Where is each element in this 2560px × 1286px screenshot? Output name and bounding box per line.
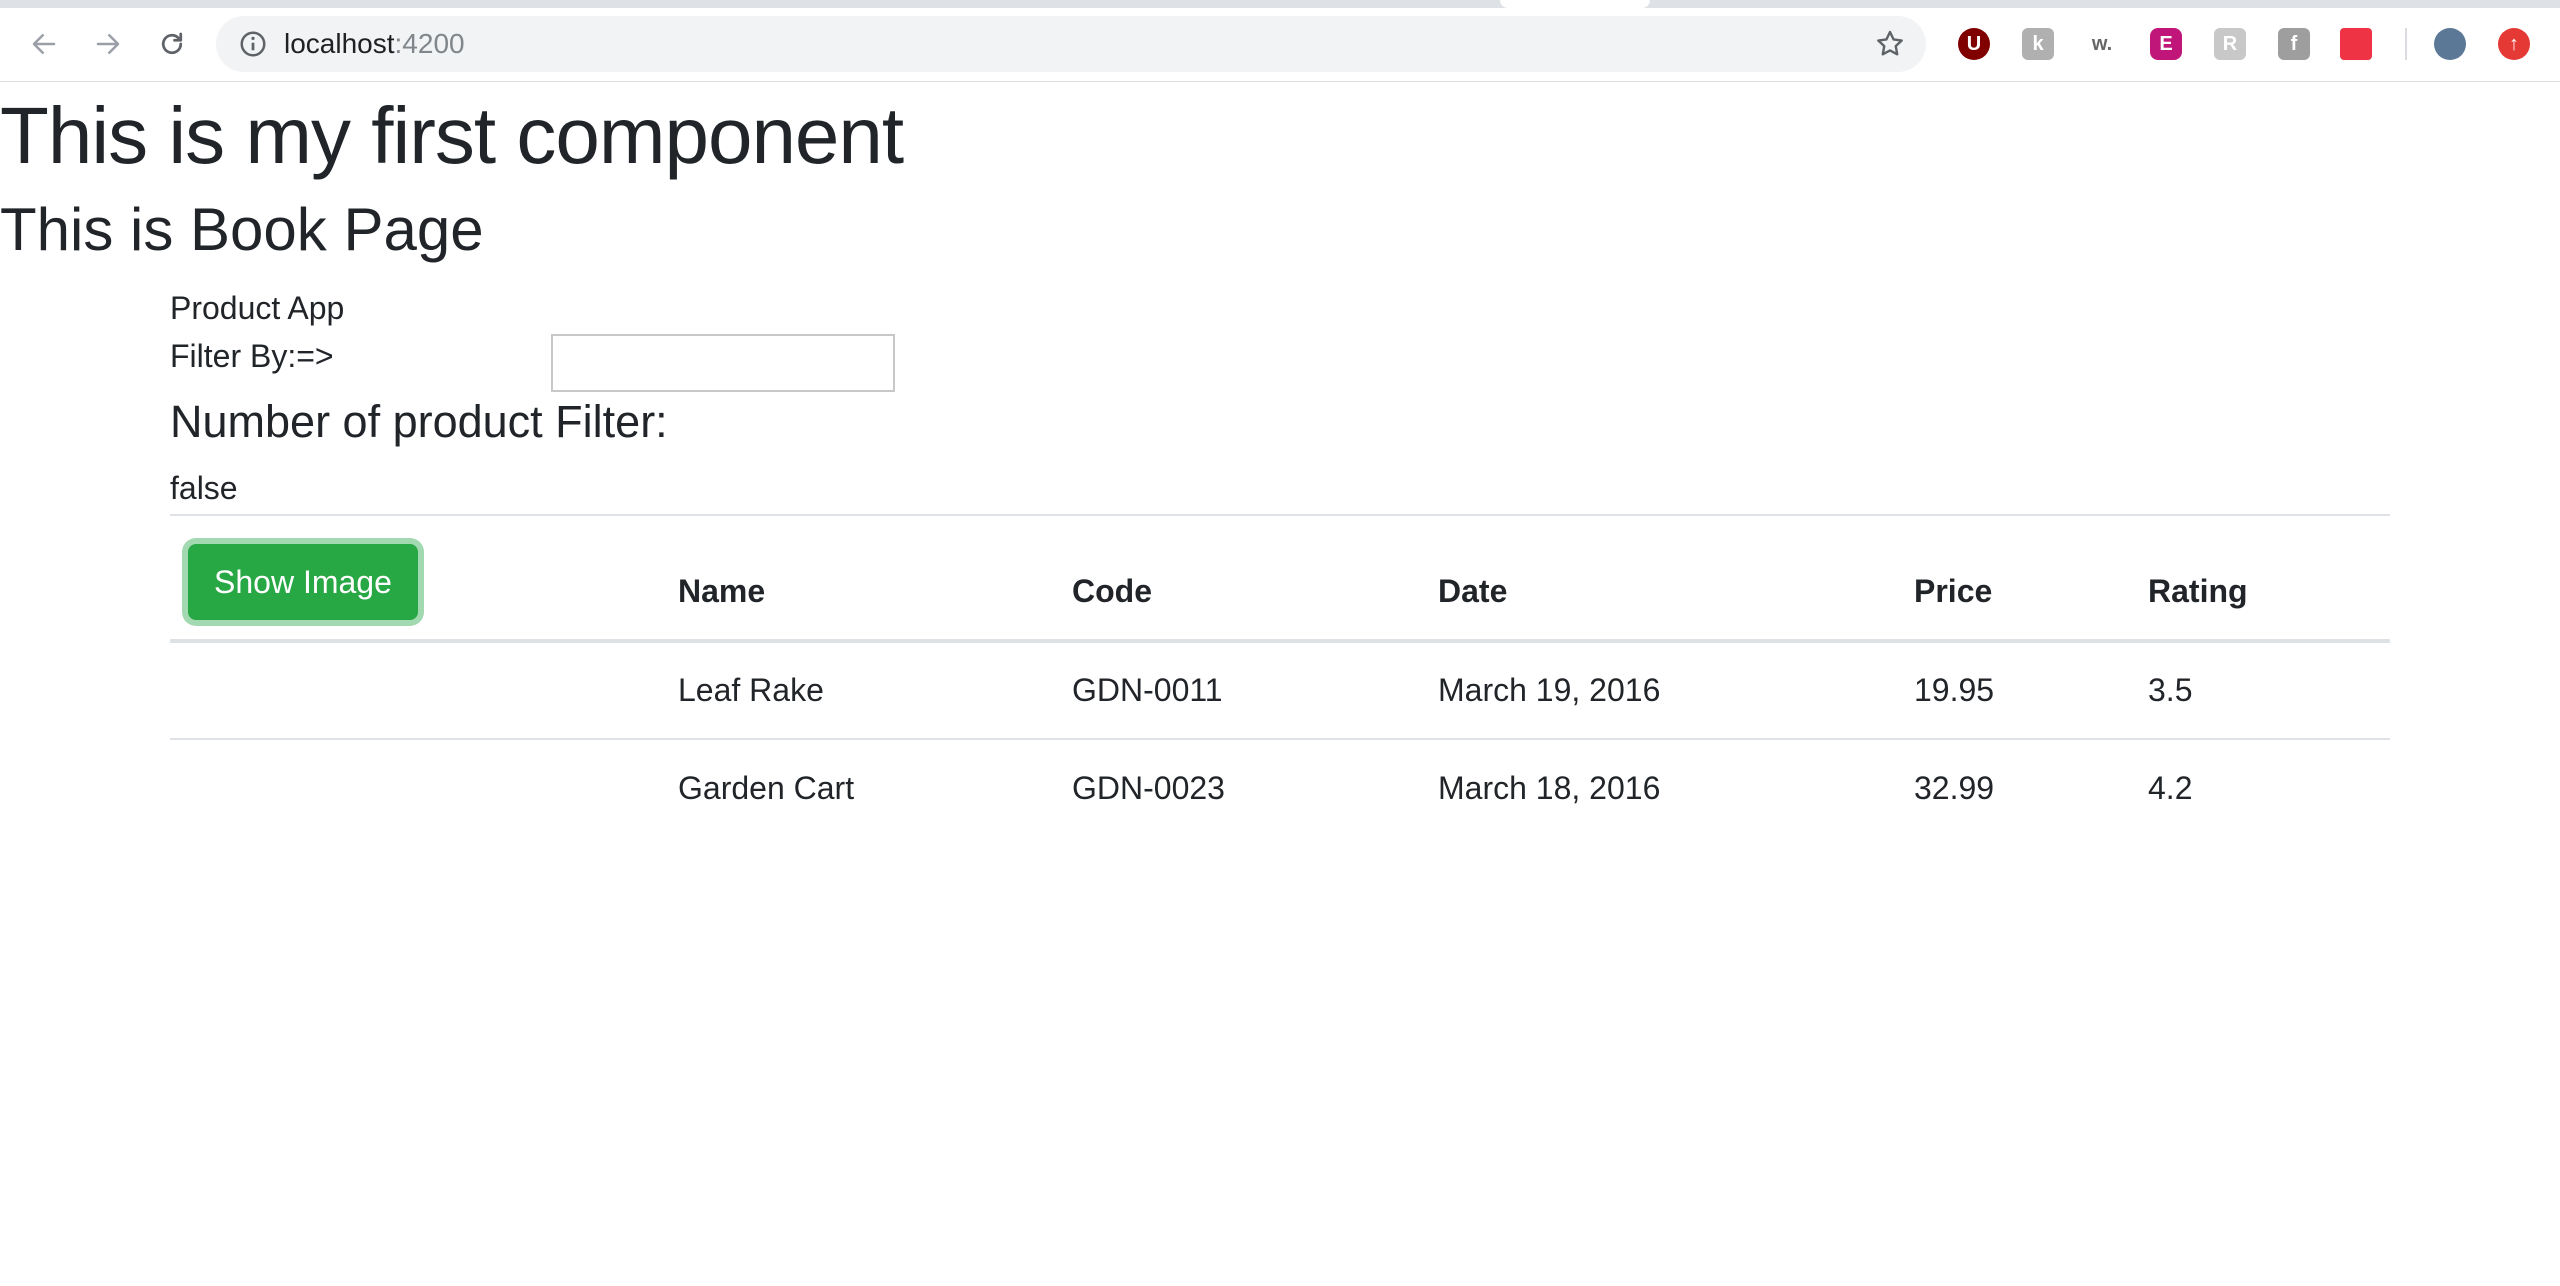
column-header-date[interactable]: Date [1438, 515, 1914, 641]
product-code: GDN-0023 [1072, 770, 1225, 806]
image-cell [170, 739, 678, 837]
ublock-origin-icon[interactable]: U [1958, 28, 1990, 60]
arrow-left-icon [32, 34, 56, 54]
e-glyph: E [2159, 32, 2173, 55]
column-header-rating[interactable]: Rating [2148, 515, 2390, 641]
product-date: March 18, 2016 [1438, 770, 1661, 806]
info-icon[interactable] [238, 29, 268, 59]
show-image-button[interactable]: Show Image [188, 543, 418, 620]
product-name: Garden Cart [678, 770, 855, 806]
product-name: Leaf Rake [678, 672, 824, 708]
table-body: Leaf Rake GDN-0011 March 19, 2016 19.95 … [170, 641, 2390, 837]
column-header-code[interactable]: Code [1072, 515, 1438, 641]
page-subtitle: This is Book Page [0, 196, 484, 263]
filter-label: Filter By:=> [170, 338, 334, 374]
table-header: Show Image Name Code Date Price Rating [170, 515, 2390, 641]
k-glyph: k [2032, 32, 2044, 55]
product-price: 32.99 [1914, 770, 1995, 806]
arrow-right-icon [96, 34, 120, 54]
product-rating: 3.5 [2148, 672, 2193, 708]
forward-button[interactable] [88, 24, 128, 64]
app-title: Product App [170, 290, 345, 326]
product-price: 19.95 [1914, 672, 1995, 708]
browser-toolbar: localhost:4200 U k w. E R f ↑ [0, 0, 2560, 82]
facebook-icon[interactable]: f [2278, 28, 2310, 60]
reload-button[interactable] [152, 24, 192, 64]
table-header-row: Show Image Name Code Date Price Rating [170, 515, 2390, 641]
products-table: Show Image Name Code Date Price Rating L… [170, 514, 2390, 837]
toolbar-divider [2405, 28, 2407, 60]
upload-extension-icon[interactable]: ↑ [2498, 28, 2530, 60]
table-row[interactable]: Leaf Rake GDN-0011 March 19, 2016 19.95 … [170, 641, 2390, 739]
r-glyph: R [2222, 32, 2238, 55]
filter-input[interactable] [551, 334, 895, 392]
k-extension-icon[interactable]: k [2022, 28, 2054, 60]
upload-glyph: ↑ [2509, 32, 2519, 55]
url-port: :4200 [394, 28, 465, 59]
column-header-name[interactable]: Name [678, 515, 1072, 641]
back-button[interactable] [24, 24, 64, 64]
column-header-price[interactable]: Price [1914, 515, 2148, 641]
page-title: This is my first component [0, 91, 904, 180]
filter-state-value: false [170, 470, 238, 506]
w-extension-icon[interactable]: w. [2086, 28, 2118, 60]
product-code: GDN-0011 [1072, 672, 1223, 708]
image-column-header: Show Image [170, 515, 678, 641]
active-tab[interactable] [1500, 0, 1650, 8]
e-extension-icon[interactable]: E [2150, 28, 2182, 60]
address-bar[interactable]: localhost:4200 [216, 16, 1926, 72]
w-glyph: w. [2091, 32, 2113, 55]
product-date: March 19, 2016 [1438, 672, 1661, 708]
table-row[interactable]: Garden Cart GDN-0023 March 18, 2016 32.9… [170, 739, 2390, 837]
stack-extension-icon[interactable] [2340, 28, 2372, 60]
tab-strip [0, 0, 2560, 8]
reload-icon [161, 32, 183, 55]
image-cell [170, 641, 678, 739]
profile-avatar[interactable] [2434, 28, 2466, 60]
bookmark-star-icon[interactable] [1874, 28, 1906, 60]
r-extension-icon[interactable]: R [2214, 28, 2246, 60]
url-host: localhost [284, 28, 395, 59]
f-glyph: f [2290, 32, 2298, 55]
filter-count-heading: Number of product Filter: [170, 396, 668, 447]
ublock-glyph: U [1966, 32, 1982, 55]
url-text: localhost:4200 [284, 28, 465, 60]
product-rating: 4.2 [2148, 770, 2193, 806]
